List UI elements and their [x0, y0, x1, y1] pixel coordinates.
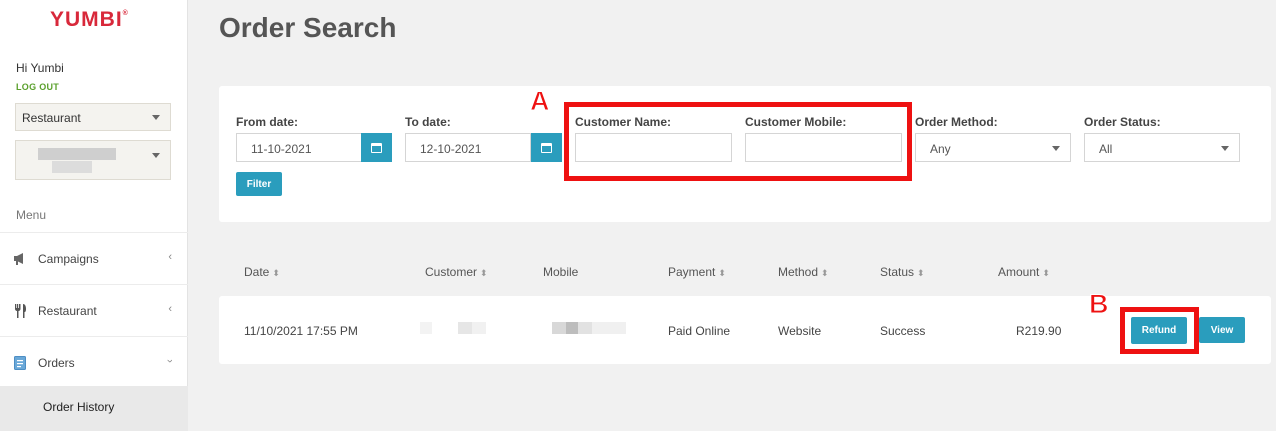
restaurant-select[interactable]: Restaurant: [15, 103, 171, 131]
table-row: [219, 296, 1271, 364]
user-greeting: Hi Yumbi: [16, 61, 64, 75]
order-status-value: All: [1099, 142, 1113, 156]
nav-item-label: Orders: [38, 355, 75, 370]
order-method-label: Order Method:: [915, 115, 998, 129]
caret-down-icon: [152, 153, 160, 158]
sidebar: YUMBI® Hi Yumbi LOG OUT Restaurant Menu …: [0, 0, 188, 431]
calendar-icon: [541, 142, 552, 153]
sort-icon: ⬍: [718, 268, 726, 278]
order-status-select[interactable]: All: [1084, 133, 1240, 162]
column-header-date[interactable]: Date ⬍: [244, 265, 280, 279]
calendar-icon: [371, 142, 382, 153]
row-date: 11/10/2021 17:55 PM: [244, 324, 358, 338]
row-amount: R219.90: [1016, 324, 1062, 338]
redacted-mobile-part: [566, 322, 578, 334]
redacted-customer: [420, 322, 432, 334]
sort-icon: ⬍: [1042, 268, 1050, 278]
annotation-label-a: A: [530, 86, 550, 117]
column-header-status[interactable]: Status ⬍: [880, 265, 925, 279]
cutlery-icon: [12, 303, 28, 319]
from-date-label: From date:: [236, 115, 299, 129]
yumbi-logo[interactable]: YUMBI®: [50, 8, 129, 32]
chevron-left-icon: ‹: [168, 250, 172, 263]
annotation-box-a: [564, 102, 912, 181]
order-method-value: Any: [930, 142, 951, 156]
filter-button[interactable]: Filter: [236, 172, 282, 196]
redacted-mobile: [552, 322, 566, 334]
nav-item-label: Restaurant: [38, 303, 97, 318]
row-status: Success: [880, 324, 926, 338]
nav-item-restaurant[interactable]: Restaurant ‹: [0, 284, 188, 336]
annotation-box-b: [1120, 307, 1199, 354]
logout-link[interactable]: LOG OUT: [16, 82, 59, 92]
column-header-method[interactable]: Method ⬍: [778, 265, 829, 279]
document-icon: [12, 355, 28, 371]
caret-down-icon: [1221, 146, 1229, 151]
menu-label: Menu: [16, 208, 47, 222]
column-header-payment[interactable]: Payment ⬍: [668, 265, 726, 279]
sort-icon: ⬍: [917, 268, 925, 278]
column-header-amount[interactable]: Amount ⬍: [998, 265, 1050, 279]
from-date-calendar-button[interactable]: [361, 133, 392, 162]
from-date-input[interactable]: 11-10-2021: [236, 133, 362, 162]
row-method: Website: [778, 324, 822, 338]
nav-item-orders[interactable]: Orders ‹: [0, 336, 188, 388]
view-button[interactable]: View: [1199, 317, 1245, 343]
megaphone-icon: [12, 251, 28, 267]
row-payment: Paid Online: [668, 324, 731, 338]
to-date-input[interactable]: 12-10-2021: [405, 133, 531, 162]
column-header-mobile: Mobile: [543, 265, 579, 279]
chevron-left-icon: ‹: [168, 302, 172, 315]
nav-item-label: Campaigns: [38, 251, 99, 266]
order-method-select[interactable]: Any: [915, 133, 1071, 162]
annotation-label-b: B: [1089, 289, 1109, 320]
store-select[interactable]: [15, 140, 171, 180]
caret-down-icon: [152, 115, 160, 120]
caret-down-icon: [1052, 146, 1060, 151]
chevron-down-icon: ‹: [164, 358, 177, 363]
redacted-store-name: [38, 148, 116, 160]
nav-subitem-order-history[interactable]: Order History: [0, 386, 188, 431]
sort-icon: ⬍: [821, 268, 829, 278]
redacted-store-name-line2: [52, 161, 92, 173]
to-date-label: To date:: [405, 115, 451, 129]
restaurant-select-value: Restaurant: [22, 111, 81, 125]
sort-icon: ⬍: [480, 268, 488, 278]
nav-item-campaigns[interactable]: Campaigns ‹: [0, 232, 188, 284]
page-title: Order Search: [219, 12, 397, 43]
redacted-customer-part: [472, 322, 486, 334]
redacted-mobile-part: [578, 322, 592, 334]
to-date-calendar-button[interactable]: [531, 133, 562, 162]
order-status-label: Order Status:: [1084, 115, 1161, 129]
redacted-customer-part: [458, 322, 472, 334]
column-header-customer[interactable]: Customer ⬍: [425, 265, 488, 279]
sort-icon: ⬍: [272, 268, 280, 278]
redacted-mobile-part: [592, 322, 626, 334]
